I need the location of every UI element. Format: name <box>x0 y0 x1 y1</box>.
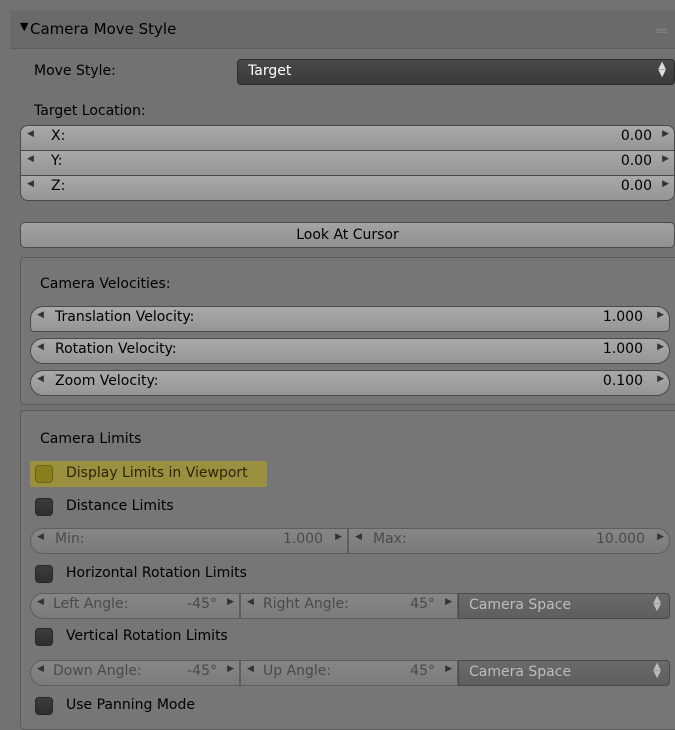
field-value: 1.000 <box>282 531 323 547</box>
panning-mode-checkbox[interactable] <box>35 697 53 715</box>
zoom-velocity-field[interactable]: ◀ Zoom Velocity: 0.100 ▶ <box>30 370 670 396</box>
field-value: 45° <box>410 663 435 679</box>
decrement-arrow-icon[interactable]: ◀ <box>37 374 44 384</box>
field-label: Right Angle: <box>263 596 349 612</box>
drag-grip-icon[interactable] <box>655 28 667 33</box>
increment-arrow-icon[interactable]: ▶ <box>657 532 664 542</box>
field-label: Down Angle: <box>53 663 142 679</box>
decrement-arrow-icon[interactable]: ◀ <box>37 310 44 320</box>
field-value: 45° <box>410 596 435 612</box>
down-angle-field[interactable]: ◀ Down Angle: -45° ▶ <box>30 660 240 686</box>
vertical-limits-checkbox[interactable] <box>35 628 53 646</box>
field-value: 1.000 <box>602 341 643 357</box>
field-label: Rotation Velocity: <box>55 341 177 357</box>
axis-label: X: <box>51 128 66 144</box>
display-limits-label: Display Limits in Viewport <box>66 465 248 481</box>
decrement-arrow-icon[interactable]: ◀ <box>27 154 34 164</box>
field-value: -45° <box>187 663 217 679</box>
decrement-arrow-icon[interactable]: ◀ <box>27 179 34 189</box>
decrement-arrow-icon[interactable]: ◀ <box>247 664 254 674</box>
left-angle-field[interactable]: ◀ Left Angle: -45° ▶ <box>30 593 240 619</box>
move-style-label: Move Style: <box>34 63 116 79</box>
axis-value: 0.00 <box>620 128 652 144</box>
increment-arrow-icon[interactable]: ▶ <box>227 597 234 607</box>
increment-arrow-icon[interactable]: ▶ <box>445 664 452 674</box>
display-limits-checkbox[interactable] <box>35 465 53 483</box>
field-value: 1.000 <box>602 309 643 325</box>
translation-velocity-field[interactable]: ◀ Translation Velocity: 1.000 ▶ <box>30 306 670 332</box>
field-value: 10.000 <box>596 531 645 547</box>
updown-arrows-icon: ▲ ▼ <box>653 661 661 680</box>
look-at-cursor-button[interactable]: Look At Cursor <box>20 222 675 248</box>
increment-arrow-icon[interactable]: ▶ <box>445 597 452 607</box>
increment-arrow-icon[interactable]: ▶ <box>657 342 664 352</box>
target-y-field[interactable]: ◀ Y: 0.00 ▶ <box>20 150 675 176</box>
limits-heading: Camera Limits <box>40 431 142 447</box>
vertical-limits-label: Vertical Rotation Limits <box>66 628 228 644</box>
panel-title: Camera Move Style <box>30 20 177 38</box>
decrement-arrow-icon[interactable]: ◀ <box>27 129 34 139</box>
axis-value: 0.00 <box>620 153 652 169</box>
increment-arrow-icon[interactable]: ▶ <box>227 664 234 674</box>
move-style-value: Target <box>248 63 292 79</box>
field-value: 0.100 <box>602 373 643 389</box>
field-label: Max: <box>373 531 407 547</box>
field-label: Left Angle: <box>53 596 129 612</box>
horizontal-limits-checkbox[interactable] <box>35 565 53 583</box>
dropdown-value: Camera Space <box>469 597 572 613</box>
decrement-arrow-icon[interactable]: ◀ <box>37 532 44 542</box>
distance-limits-checkbox[interactable] <box>35 498 53 516</box>
field-label: Up Angle: <box>263 663 332 679</box>
target-z-field[interactable]: ◀ Z: 0.00 ▶ <box>20 175 675 201</box>
min-distance-field[interactable]: ◀ Min: 1.000 ▶ <box>30 528 348 554</box>
horizontal-space-dropdown[interactable]: Camera Space ▲ ▼ <box>458 593 670 619</box>
distance-limits-label: Distance Limits <box>66 498 174 514</box>
field-value: -45° <box>187 596 217 612</box>
increment-arrow-icon[interactable]: ▶ <box>335 532 342 542</box>
collapse-triangle-icon[interactable]: ▼ <box>20 20 28 33</box>
horizontal-limits-label: Horizontal Rotation Limits <box>66 565 247 581</box>
increment-arrow-icon[interactable]: ▶ <box>657 374 664 384</box>
velocities-heading: Camera Velocities: <box>40 276 171 292</box>
field-label: Zoom Velocity: <box>55 373 159 389</box>
up-angle-field[interactable]: ◀ Up Angle: 45° ▶ <box>240 660 458 686</box>
decrement-arrow-icon[interactable]: ◀ <box>37 597 44 607</box>
decrement-arrow-icon[interactable]: ◀ <box>37 342 44 352</box>
field-label: Min: <box>55 531 85 547</box>
axis-value: 0.00 <box>620 178 652 194</box>
target-x-field[interactable]: ◀ X: 0.00 ▶ <box>20 125 675 151</box>
right-angle-field[interactable]: ◀ Right Angle: 45° ▶ <box>240 593 458 619</box>
axis-label: Z: <box>51 178 66 194</box>
field-label: Translation Velocity: <box>55 309 195 325</box>
dropdown-value: Camera Space <box>469 664 572 680</box>
increment-arrow-icon[interactable]: ▶ <box>657 310 664 320</box>
increment-arrow-icon[interactable]: ▶ <box>662 129 669 139</box>
decrement-arrow-icon[interactable]: ◀ <box>247 597 254 607</box>
panning-mode-label: Use Panning Mode <box>66 697 195 713</box>
decrement-arrow-icon[interactable]: ◀ <box>37 664 44 674</box>
vertical-space-dropdown[interactable]: Camera Space ▲ ▼ <box>458 660 670 686</box>
move-style-dropdown[interactable]: Target ▲ ▼ <box>237 59 675 85</box>
updown-arrows-icon: ▲ ▼ <box>653 594 661 613</box>
rotation-velocity-field[interactable]: ◀ Rotation Velocity: 1.000 ▶ <box>30 338 670 364</box>
increment-arrow-icon[interactable]: ▶ <box>662 179 669 189</box>
target-location-label: Target Location: <box>34 103 146 119</box>
decrement-arrow-icon[interactable]: ◀ <box>355 532 362 542</box>
increment-arrow-icon[interactable]: ▶ <box>662 154 669 164</box>
axis-label: Y: <box>51 153 63 169</box>
updown-arrows-icon: ▲ ▼ <box>658 60 666 79</box>
max-distance-field[interactable]: ◀ Max: 10.000 ▶ <box>348 528 670 554</box>
